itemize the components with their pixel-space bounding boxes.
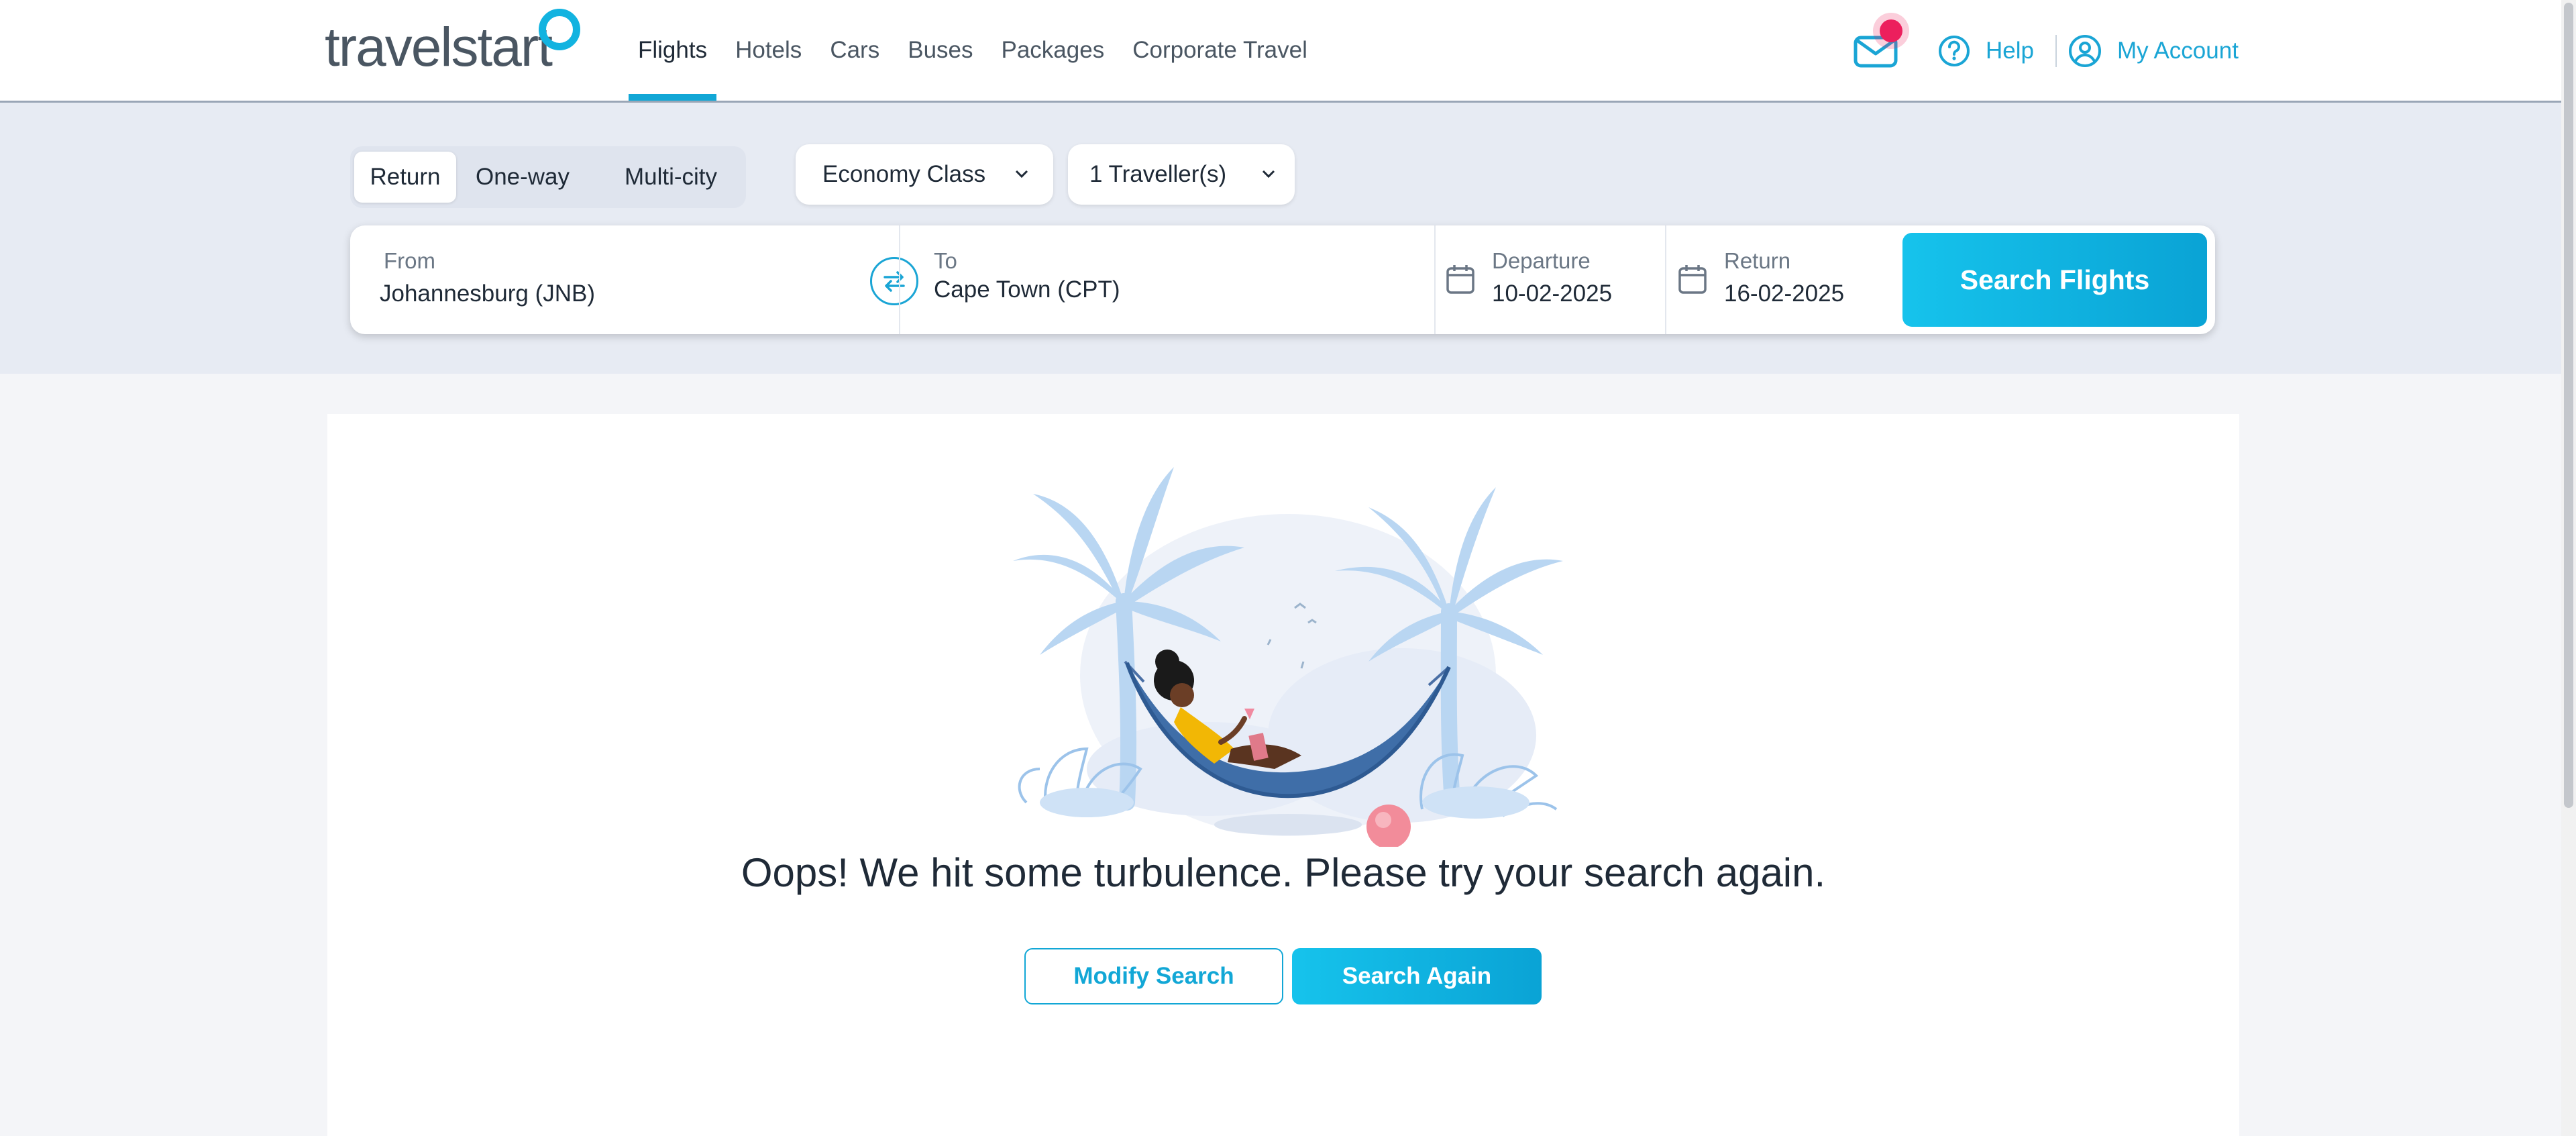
calendar-icon xyxy=(1446,265,1474,294)
nav-item-packages[interactable]: Packages xyxy=(987,0,1119,101)
main-nav: Flights Hotels Cars Buses Packages Corpo… xyxy=(624,0,1322,101)
nav-item-hotels[interactable]: Hotels xyxy=(721,0,816,101)
departure-field[interactable]: Departure 10-02-2025 xyxy=(1436,225,1664,334)
return-value: 16-02-2025 xyxy=(1724,280,1845,307)
help-icon xyxy=(1939,36,1970,66)
to-label: To xyxy=(934,248,957,273)
scrollbar-thumb[interactable] xyxy=(2564,3,2573,808)
my-account-link[interactable]: My Account xyxy=(2068,32,2239,70)
cabin-class-value: Economy Class xyxy=(822,161,986,187)
help-label: Help xyxy=(1986,38,2034,64)
from-label: From xyxy=(384,248,435,273)
from-value: Johannesburg (JNB) xyxy=(380,280,595,307)
top-header: travelstart Flights Hotels Cars Buses Pa… xyxy=(0,0,2576,103)
error-message: Oops! We hit some turbulence. Please try… xyxy=(741,850,1826,895)
notification-dot xyxy=(1880,19,1902,42)
departure-value: 10-02-2025 xyxy=(1492,280,1613,307)
nav-item-buses[interactable]: Buses xyxy=(894,0,987,101)
calendar-icon xyxy=(1678,265,1707,294)
trip-type-selector: Return One-way Multi-city xyxy=(350,146,746,208)
help-link[interactable]: Help xyxy=(1937,32,2034,70)
trip-type-one-way[interactable]: One-way xyxy=(472,152,573,203)
return-field[interactable]: Return 16-02-2025 xyxy=(1666,225,1894,334)
trip-type-multi-city[interactable]: Multi-city xyxy=(610,152,731,203)
nav-item-cars[interactable]: Cars xyxy=(816,0,894,101)
trip-type-return[interactable]: Return xyxy=(354,152,456,203)
logo-ring-icon xyxy=(539,9,580,50)
return-label: Return xyxy=(1724,248,1791,273)
departure-label: Departure xyxy=(1492,248,1591,273)
chevron-down-icon xyxy=(1262,170,1275,178)
header-separator xyxy=(2055,35,2057,67)
to-field[interactable]: To Cape Town (CPT) xyxy=(900,225,1434,334)
logo-text: travelstart xyxy=(325,17,553,78)
nav-item-corporate-travel[interactable]: Corporate Travel xyxy=(1118,0,1322,101)
chevron-down-icon xyxy=(1015,170,1028,178)
cabin-class-dropdown[interactable]: Economy Class xyxy=(796,144,1053,205)
search-again-button[interactable]: Search Again xyxy=(1292,948,1542,1004)
travellers-dropdown[interactable]: 1 Traveller(s) xyxy=(1068,144,1295,205)
travelstart-logo[interactable]: travelstart xyxy=(325,15,553,78)
modify-search-button[interactable]: Modify Search xyxy=(1024,948,1283,1004)
hammock-illustration xyxy=(1013,467,1563,847)
account-label: My Account xyxy=(2117,38,2239,64)
nav-item-flights[interactable]: Flights xyxy=(624,0,721,101)
account-icon xyxy=(2069,35,2101,67)
from-field[interactable]: From Johannesburg (JNB) xyxy=(350,225,899,334)
travellers-value: 1 Traveller(s) xyxy=(1089,161,1227,187)
search-flights-button[interactable]: Search Flights xyxy=(1902,233,2207,327)
to-value: Cape Town (CPT) xyxy=(934,276,1120,303)
